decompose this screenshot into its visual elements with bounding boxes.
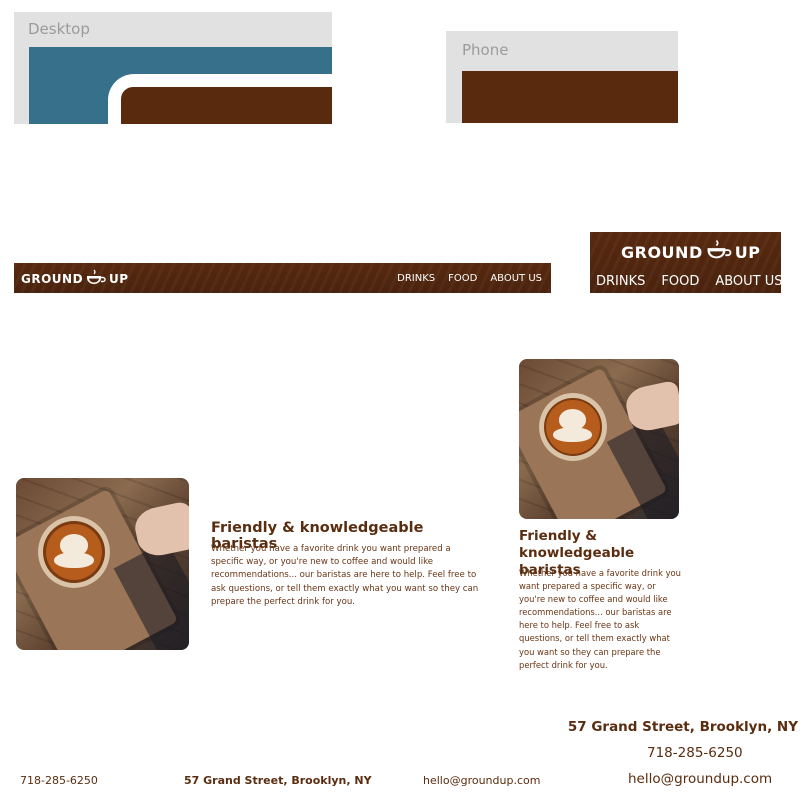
footer-phone[interactable]: 718-285-6250 — [647, 745, 743, 761]
logo-text-ground: GROUND — [21, 272, 84, 286]
desktop-navbar: GROUND UP DRINKS FOOD ABOUT US — [14, 263, 551, 293]
coffee-cup-icon — [707, 239, 732, 259]
nav-food[interactable]: FOOD — [661, 274, 699, 289]
logo-text-up: UP — [109, 272, 129, 286]
nav-food[interactable]: FOOD — [448, 273, 477, 284]
phone-logo[interactable]: GROUND UP — [621, 239, 760, 265]
barista-photo — [16, 478, 189, 650]
phone-preview-content — [462, 71, 678, 123]
desktop-preview-content — [121, 87, 332, 124]
feature-body: Whether you have a favorite drink you wa… — [519, 568, 681, 670]
desktop-preview[interactable]: Desktop — [14, 12, 332, 124]
coffee-cup-icon — [87, 269, 106, 284]
footer-phone[interactable]: 718-285-6250 — [20, 774, 98, 787]
phone-nav: DRINKS FOOD ABOUT US — [596, 274, 783, 289]
desktop-nav: DRINKS FOOD ABOUT US — [397, 273, 542, 284]
feature-body: Whether you have a favorite drink you wa… — [211, 544, 479, 607]
barista-photo — [519, 359, 679, 519]
footer-email[interactable]: hello@groundup.com — [423, 774, 540, 787]
phone-preview-label: Phone — [462, 41, 509, 59]
phone-preview[interactable]: Phone — [446, 31, 678, 123]
footer-address: 57 Grand Street, Brooklyn, NY — [567, 719, 798, 735]
desktop-preview-label: Desktop — [28, 20, 90, 38]
phone-navbar: GROUND UP DRINKS FOOD ABOUT US — [590, 232, 783, 293]
footer-email[interactable]: hello@groundup.com — [628, 771, 772, 787]
footer-address: 57 Grand Street, Brooklyn, NY — [184, 774, 372, 787]
logo-text-up: UP — [734, 242, 761, 262]
nav-about-us[interactable]: ABOUT US — [715, 274, 782, 289]
desktop-logo[interactable]: GROUND UP — [21, 267, 129, 291]
nav-drinks[interactable]: DRINKS — [397, 273, 435, 284]
nav-about-us[interactable]: ABOUT US — [490, 273, 542, 284]
nav-drinks[interactable]: DRINKS — [596, 274, 645, 289]
logo-text-ground: GROUND — [621, 242, 703, 262]
